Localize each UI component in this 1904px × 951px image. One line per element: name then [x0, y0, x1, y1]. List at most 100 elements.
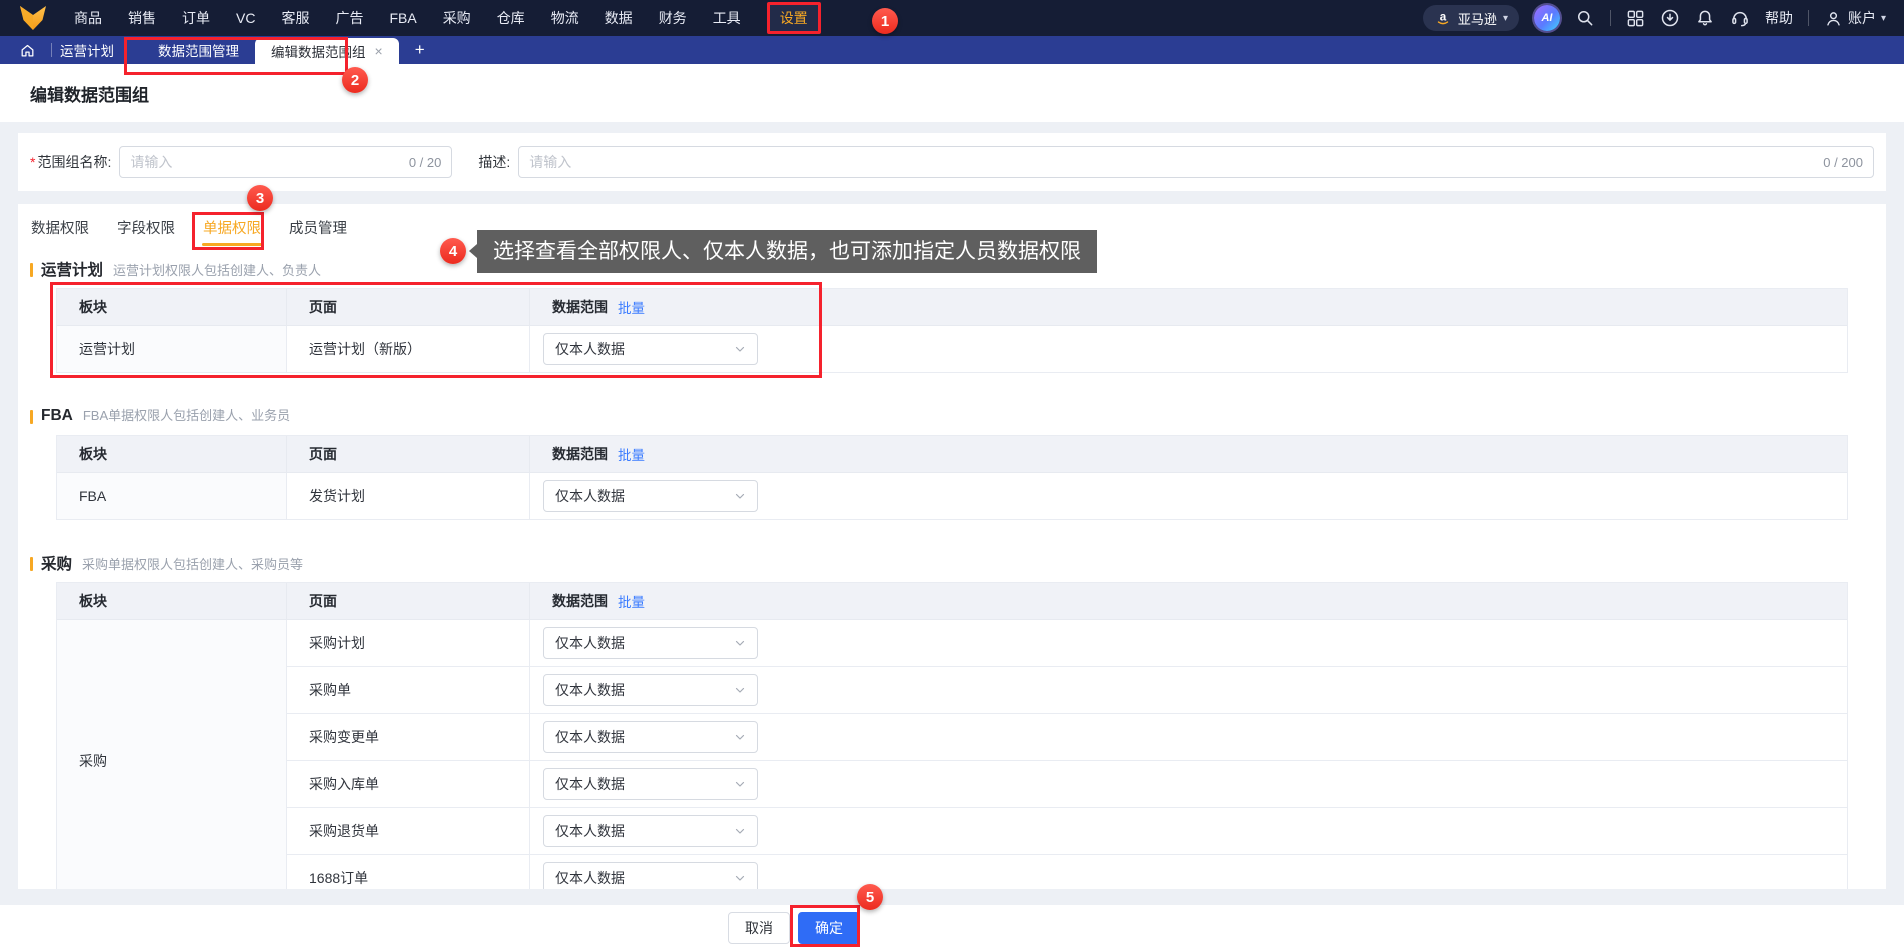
chevron-down-icon: ▾ — [1880, 12, 1886, 24]
tab-field-permission[interactable]: 字段权限 — [116, 217, 176, 246]
section-accent-bar — [30, 410, 33, 424]
notification-bell-icon[interactable] — [1695, 8, 1715, 28]
annotation-badge-5: 5 — [857, 884, 883, 910]
table-header-row: 板块 页面 数据范围 批量 — [57, 583, 1847, 620]
chevron-down-icon — [735, 640, 745, 646]
nav-item-ads[interactable]: 广告 — [335, 8, 363, 28]
data-scope-select[interactable]: 仅本人数据 — [543, 768, 758, 800]
table-row: FBA 发货计划 仅本人数据 — [57, 473, 1847, 520]
section-purchase: 采购 采购单据权限人包括创建人、采购员等 — [30, 552, 1874, 576]
scope-group-name-input[interactable] — [130, 154, 401, 170]
account-label: 账户 — [1847, 10, 1876, 26]
ai-label: AI — [1541, 12, 1553, 24]
svg-text:a: a — [1440, 11, 1447, 24]
breadcrumb[interactable]: 运营计划 — [60, 40, 114, 60]
nav-item-settings[interactable]: 设置 — [766, 2, 821, 34]
data-scope-select[interactable]: 仅本人数据 — [543, 674, 758, 706]
table-header-row: 板块 页面 数据范围 批量 — [57, 436, 1847, 473]
purchase-table-body: 采购 采购计划 仅本人数据 采购单 仅本人数据 采购变更单 仅本人数据 采购入库… — [57, 620, 1847, 889]
search-icon[interactable] — [1575, 8, 1595, 28]
table-header-row: 板块 页面 数据范围 批量 — [57, 289, 1847, 326]
scope-group-form: *范围组名称: 0 / 20 描述: 0 / 200 — [18, 133, 1886, 191]
nav-item-logistics[interactable]: 物流 — [551, 8, 579, 28]
nav-item-warehouse[interactable]: 仓库 — [497, 8, 525, 28]
scope-cell: 仅本人数据 — [530, 473, 1847, 520]
scope-cell: 仅本人数据 — [530, 326, 1847, 373]
name-label: * 范围组名称: — [30, 154, 112, 170]
section-subtitle: FBA单据权限人包括创建人、业务员 — [82, 408, 291, 423]
tab-member-management[interactable]: 成员管理 — [288, 217, 348, 246]
scope-cell: 仅本人数据 — [530, 855, 1847, 889]
chevron-down-icon — [735, 734, 745, 740]
table-row: 采购计划 仅本人数据 — [287, 620, 1847, 667]
batch-link[interactable]: 批量 — [618, 444, 645, 464]
cancel-button[interactable]: 取消 — [728, 912, 790, 944]
section-accent-bar — [30, 557, 33, 571]
action-footer: 取消 确定 — [0, 905, 1904, 951]
nav-right-tools: a 亚马逊 ▾ AI 帮助 账户 ▾ — [1422, 5, 1886, 31]
headset-support-icon[interactable] — [1730, 8, 1750, 28]
chevron-down-icon — [735, 346, 745, 352]
name-field-wrap: 0 / 20 — [119, 146, 453, 178]
section-accent-bar — [30, 263, 33, 277]
app-logo-icon[interactable] — [18, 5, 48, 31]
column-header-page: 页面 — [287, 436, 530, 473]
ai-assistant-button[interactable]: AI — [1533, 5, 1560, 31]
batch-link[interactable]: 批量 — [618, 297, 645, 317]
data-scope-select[interactable]: 仅本人数据 — [543, 862, 758, 889]
column-header-scope: 数据范围 批量 — [530, 436, 1847, 473]
nav-item-service[interactable]: 客服 — [281, 8, 309, 28]
close-tab-icon[interactable]: × — [375, 44, 383, 58]
data-scope-select[interactable]: 仅本人数据 — [543, 815, 758, 847]
chevron-down-icon — [735, 781, 745, 787]
nav-item-purchase[interactable]: 采购 — [443, 8, 471, 28]
account-menu[interactable]: 账户 ▾ — [1824, 8, 1886, 28]
divider — [1807, 10, 1809, 26]
tab-document-permission[interactable]: 单据权限 — [202, 217, 262, 246]
data-scope-select[interactable]: 仅本人数据 — [543, 721, 758, 753]
scope-cell: 仅本人数据 — [530, 620, 1847, 667]
page-cell: 采购入库单 — [287, 761, 530, 808]
download-icon[interactable] — [1660, 8, 1680, 28]
tab-edit-data-scope-group[interactable]: 编辑数据范围组 × — [255, 38, 399, 64]
scope-header-label: 数据范围 — [552, 593, 608, 609]
home-button[interactable] — [12, 43, 43, 58]
page-cell: 采购计划 — [287, 620, 530, 667]
annotation-badge-4: 4 — [440, 238, 466, 264]
column-header-page: 页面 — [287, 289, 530, 326]
data-scope-select[interactable]: 仅本人数据 — [543, 333, 758, 365]
page-cell: 运营计划（新版） — [287, 326, 530, 373]
data-scope-select[interactable]: 仅本人数据 — [543, 627, 758, 659]
nav-item-vc[interactable]: VC — [236, 10, 255, 26]
confirm-button[interactable]: 确定 — [798, 912, 860, 944]
nav-item-tools[interactable]: 工具 — [713, 8, 741, 28]
section-subtitle: 运营计划权限人包括创建人、负责人 — [113, 263, 322, 278]
nav-item-products[interactable]: 商品 — [74, 8, 102, 28]
description-input[interactable] — [529, 154, 1816, 170]
user-icon — [1827, 11, 1840, 26]
nav-item-finance[interactable]: 财务 — [659, 8, 687, 28]
tab-data-scope-management[interactable]: 数据范围管理 — [142, 40, 255, 60]
select-value: 仅本人数据 — [555, 870, 625, 886]
table-row: 运营计划 运营计划（新版） 仅本人数据 — [57, 326, 1847, 373]
nav-item-fba[interactable]: FBA — [389, 10, 416, 26]
operation-plan-table: 板块 页面 数据范围 批量 运营计划 运营计划（新版） 仅本人数据 — [56, 288, 1848, 373]
chevron-down-icon: ▾ — [1502, 12, 1508, 24]
help-link[interactable]: 帮助 — [1765, 8, 1793, 28]
apps-grid-icon[interactable] — [1626, 9, 1645, 28]
data-scope-select[interactable]: 仅本人数据 — [543, 480, 758, 512]
scope-cell: 仅本人数据 — [530, 667, 1847, 714]
annotation-tooltip: 选择查看全部权限人、仅本人数据，也可添加指定人员数据权限 — [469, 230, 1097, 273]
new-tab-button[interactable]: + — [415, 40, 425, 60]
batch-link[interactable]: 批量 — [618, 591, 645, 611]
table-row: 采购变更单 仅本人数据 — [287, 714, 1847, 761]
nav-item-orders[interactable]: 订单 — [182, 8, 210, 28]
select-value: 仅本人数据 — [555, 341, 625, 357]
scope-cell: 仅本人数据 — [530, 808, 1847, 855]
nav-item-data[interactable]: 数据 — [605, 8, 633, 28]
nav-item-sales[interactable]: 销售 — [128, 8, 156, 28]
column-header-module: 板块 — [57, 583, 287, 620]
tab-data-permission[interactable]: 数据权限 — [30, 217, 90, 246]
divider — [0, 889, 1904, 905]
marketplace-selector[interactable]: a 亚马逊 ▾ — [1422, 5, 1519, 31]
